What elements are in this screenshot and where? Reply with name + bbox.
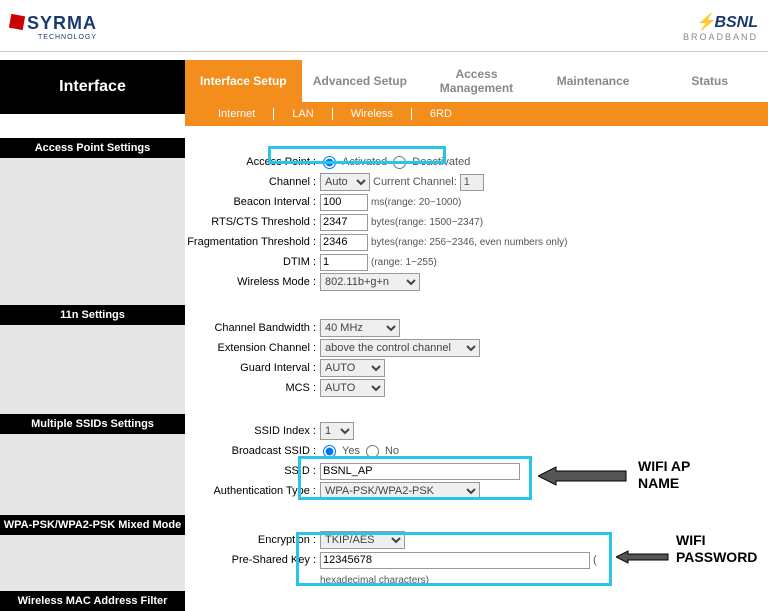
secondary-tabs: Internet LAN Wireless 6RD	[185, 102, 768, 126]
label-channel: Channel :	[185, 176, 320, 188]
label-auth: Authentication Type :	[185, 485, 320, 497]
select-cbw[interactable]: 40 MHz	[320, 319, 400, 337]
logo-bsnl: ⚡BSNL BROADBAND	[683, 12, 758, 42]
label-ext: Extension Channel :	[185, 342, 320, 354]
bsnl-subtext: BROADBAND	[683, 32, 758, 42]
input-beacon[interactable]	[320, 194, 368, 211]
label-psk: Pre-Shared Key :	[185, 554, 320, 566]
hint-psk: hexadecimal characters)	[320, 575, 429, 586]
section-11n: 11n Settings	[0, 305, 185, 325]
select-auth[interactable]: WPA-PSK/WPA2-PSK	[320, 482, 480, 500]
select-mcs[interactable]: AUTO	[320, 379, 385, 397]
label-ssid: SSID :	[185, 465, 320, 477]
tab-wireless[interactable]: Wireless	[333, 108, 412, 120]
top-header: SYRMA TECHNOLOGY ⚡BSNL BROADBAND	[0, 0, 768, 52]
logo-text: SYRMA	[27, 13, 97, 33]
annotation-name: NAME	[638, 475, 679, 491]
annotation-wifi: WIFI	[676, 532, 706, 548]
logo-syrma: SYRMA TECHNOLOGY	[10, 13, 97, 41]
select-channel[interactable]: Auto	[320, 173, 370, 191]
current-channel-value: 1	[460, 174, 484, 191]
input-dtim[interactable]	[320, 254, 368, 271]
label-access-point: Access Point :	[185, 156, 320, 168]
tab-status[interactable]: Status	[651, 60, 768, 102]
label-gi: Guard Interval :	[185, 362, 320, 374]
hint-frag: bytes(range: 256~2346, even numbers only…	[371, 237, 568, 248]
select-ext[interactable]: above the control channel	[320, 339, 480, 357]
left-column: Interface Access Point Settings 11n Sett…	[0, 60, 185, 611]
label-cbw: Channel Bandwidth :	[185, 322, 320, 334]
section-mac: Wireless MAC Address Filter	[0, 591, 185, 611]
label-broadcast: Broadcast SSID :	[185, 445, 320, 457]
label-encryption: Encryption :	[185, 534, 320, 546]
tab-lan[interactable]: LAN	[274, 108, 332, 120]
label-ssid-index: SSID Index :	[185, 425, 320, 437]
annotation-wifi-ap: WIFI AP	[638, 458, 690, 474]
hint-rts: bytes(range: 1500~2347)	[371, 217, 483, 228]
tab-internet[interactable]: Internet	[200, 108, 274, 120]
logo-subtext: TECHNOLOGY	[27, 34, 97, 41]
tab-advanced-setup[interactable]: Advanced Setup	[302, 60, 419, 102]
tab-maintenance[interactable]: Maintenance	[535, 60, 652, 102]
section-wpa: WPA-PSK/WPA2-PSK Mixed Mode	[0, 515, 185, 535]
input-frag[interactable]	[320, 234, 368, 251]
input-rts[interactable]	[320, 214, 368, 231]
right-column: Interface Setup Advanced Setup Access Ma…	[185, 60, 768, 611]
text-activated: Activated	[342, 156, 387, 168]
text-deactivated: Deactivated	[412, 156, 470, 168]
input-ssid[interactable]	[320, 463, 520, 480]
section-mssid: Multiple SSIDs Settings	[0, 414, 185, 434]
hint-beacon: ms(range: 20~1000)	[371, 197, 461, 208]
label-frag: Fragmentation Threshold :	[185, 236, 320, 248]
bsnl-text: ⚡BSNL	[683, 12, 758, 32]
annotation-password: PASSWORD	[676, 549, 757, 565]
primary-tabs: Interface Setup Advanced Setup Access Ma…	[185, 60, 768, 102]
arrow-ssid-icon	[538, 465, 628, 487]
radio-broadcast-no[interactable]	[366, 445, 379, 458]
logo-square-icon	[9, 13, 25, 29]
text-no: No	[385, 445, 399, 457]
page-title: Interface	[0, 60, 185, 114]
radio-broadcast-yes[interactable]	[323, 445, 336, 458]
radio-activated[interactable]	[323, 156, 336, 169]
label-rts: RTS/CTS Threshold :	[185, 216, 320, 228]
select-gi[interactable]: AUTO	[320, 359, 385, 377]
tab-interface-setup[interactable]: Interface Setup	[185, 60, 302, 102]
tab-6rd[interactable]: 6RD	[412, 108, 470, 120]
label-mcs: MCS :	[185, 382, 320, 394]
text-current-channel: Current Channel:	[373, 176, 457, 188]
input-psk[interactable]	[320, 552, 590, 569]
hint-dtim: (range: 1~255)	[371, 257, 437, 268]
label-beacon: Beacon Interval :	[185, 196, 320, 208]
label-dtim: DTIM :	[185, 256, 320, 268]
main-content: Interface Access Point Settings 11n Sett…	[0, 60, 768, 611]
arrow-psk-icon	[616, 550, 670, 564]
radio-deactivated[interactable]	[393, 156, 406, 169]
label-wmode: Wireless Mode :	[185, 276, 320, 288]
section-aps: Access Point Settings	[0, 138, 185, 158]
tab-access-management[interactable]: Access Management	[418, 60, 535, 102]
select-encryption[interactable]: TKIP/AES	[320, 531, 405, 549]
select-wmode[interactable]: 802.11b+g+n	[320, 273, 420, 291]
select-ssid-index[interactable]: 1	[320, 422, 354, 440]
text-yes: Yes	[342, 445, 360, 457]
